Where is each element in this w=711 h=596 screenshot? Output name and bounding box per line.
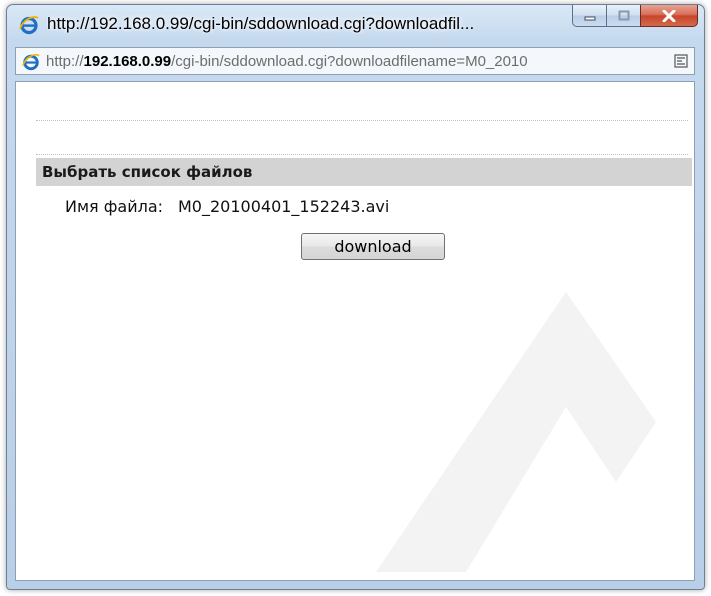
close-icon [662,9,676,22]
section-header: Выбрать список файлов [36,158,692,186]
divider-top [36,120,688,121]
close-button[interactable] [640,5,698,27]
browser-popup-window: http://192.168.0.99/cgi-bin/sddownload.c… [6,4,705,590]
maximize-button[interactable] [606,5,640,27]
file-name-label: Имя файла: [65,197,164,216]
page-content: Выбрать список файлов Имя файла: M0_2010… [15,81,695,581]
address-url[interactable]: http://192.168.0.99/cgi-bin/sddownload.c… [46,53,656,70]
maximize-icon [618,10,629,21]
minimize-icon [584,16,595,20]
divider-section [36,154,688,155]
url-path: /cgi-bin/sddownload.cgi?downloadfilename… [171,53,528,70]
url-host: 192.168.0.99 [83,53,172,70]
ie-icon [22,54,40,71]
address-bar[interactable]: http://192.168.0.99/cgi-bin/sddownload.c… [15,47,695,75]
compat-view-icon[interactable] [673,53,689,69]
minimize-button[interactable] [572,5,606,27]
caption-buttons [572,5,698,27]
download-button[interactable]: download [301,233,445,260]
file-name-value: M0_20100401_152243.avi [178,197,390,216]
watermark-logo [376,292,656,572]
window-title: http://192.168.0.99/cgi-bin/sddownload.c… [47,14,475,33]
url-prefix: http:// [46,53,84,70]
ie-icon [19,16,39,35]
title-bar[interactable]: http://192.168.0.99/cgi-bin/sddownload.c… [7,5,704,43]
